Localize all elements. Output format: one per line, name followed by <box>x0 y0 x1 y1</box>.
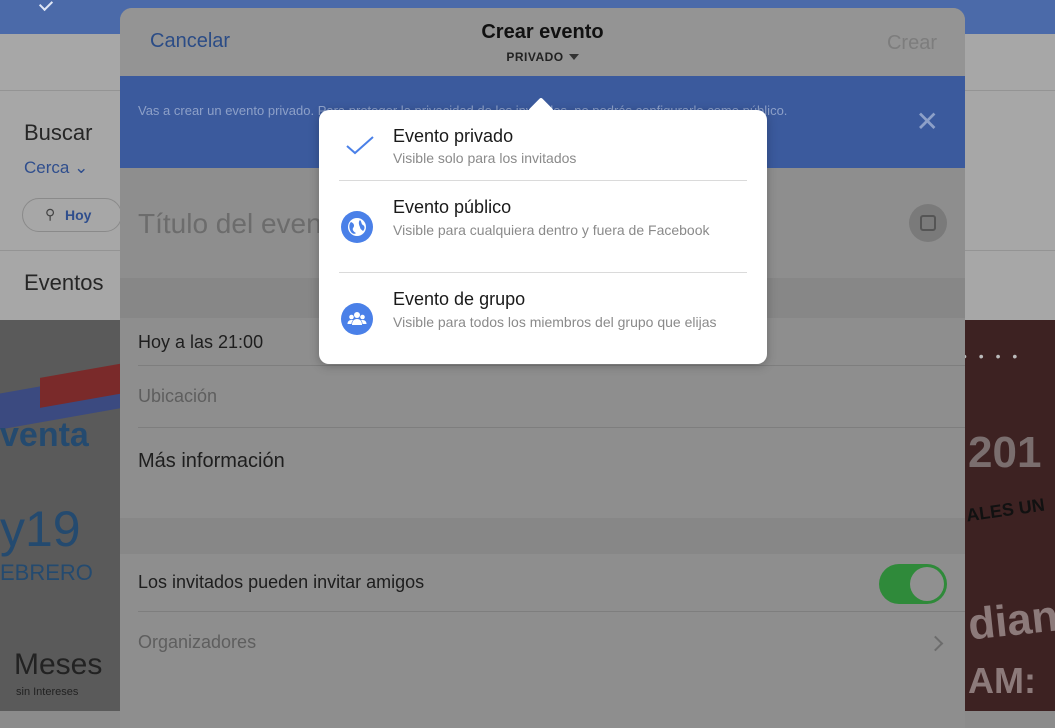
today-chip: ⚲ Hoy <box>22 198 122 232</box>
more-info-label: Más información <box>138 450 285 472</box>
group-icon <box>341 303 373 335</box>
option-description: Visible para todos los miembros del grup… <box>393 314 717 330</box>
caret-down-icon <box>568 54 579 60</box>
search-heading: Buscar <box>24 120 93 145</box>
poster-text: EBRERO <box>0 560 93 585</box>
option-group-event[interactable]: Evento de grupo Visible para todos los m… <box>319 273 767 364</box>
privacy-selector-label: PRIVADO <box>506 50 564 64</box>
section-gap <box>120 518 965 554</box>
photo-icon <box>920 215 936 231</box>
add-photo-button[interactable] <box>909 204 947 242</box>
events-heading: Eventos <box>24 270 104 295</box>
option-title: Evento público <box>393 197 512 217</box>
poster-text: 201 <box>968 428 1042 477</box>
option-public-event[interactable]: Evento público Visible para cualquiera d… <box>319 181 767 273</box>
poster-text: ALES UN <box>964 494 1046 526</box>
option-private-event[interactable]: Evento privado Visible solo para los inv… <box>319 110 767 181</box>
guests-invite-row: Los invitados pueden invitar amigos <box>120 554 965 612</box>
option-description: Visible solo para los invitados <box>393 150 577 166</box>
search-icon: ⚲ <box>45 206 56 222</box>
organizers-label: Organizadores <box>138 632 257 652</box>
create-button[interactable]: Crear <box>887 32 937 55</box>
poster-text: venta <box>0 416 89 454</box>
nav-bar: Cancelar Crear evento PRIVADO Crear <box>120 8 965 76</box>
more-info-row[interactable]: Más información <box>120 428 965 518</box>
guests-invite-label: Los invitados pueden invitar amigos <box>138 572 425 592</box>
event-poster-right: • • • • 201 ALES UN dian AM: <box>962 320 1055 711</box>
event-poster-left: venta y19 EBRERO Meses sin Intereses <box>0 320 123 711</box>
today-chip-label: Hoy <box>65 207 92 223</box>
location-row[interactable]: Ubicación <box>120 366 965 428</box>
option-title: Evento privado <box>393 126 514 146</box>
poster-text: y19 <box>0 501 81 557</box>
close-icon[interactable]: ✕ <box>916 108 939 136</box>
chevron-right-icon <box>927 635 944 652</box>
nearby-filter: Cerca ⌄ <box>24 158 89 177</box>
poster-text: Meses <box>14 648 103 681</box>
poster-text: dian <box>965 591 1055 650</box>
privacy-selector[interactable]: PRIVADO <box>120 50 965 64</box>
poster-text: AM: <box>968 660 1036 701</box>
organizers-row[interactable]: Organizadores <box>120 612 965 676</box>
option-title: Evento de grupo <box>393 289 526 309</box>
location-field: Ubicación <box>138 386 218 406</box>
page-title: Crear evento <box>481 21 604 43</box>
nearby-filter-label: Cerca <box>24 158 70 177</box>
checkmark-icon <box>346 136 374 155</box>
back-chevron-icon <box>38 0 54 12</box>
privacy-popover: Evento privado Visible solo para los inv… <box>319 97 767 364</box>
guests-invite-toggle[interactable] <box>879 564 947 604</box>
carousel-dots: • • • • <box>962 348 1022 364</box>
toggle-knob <box>910 567 944 601</box>
option-description: Visible para cualquiera dentro y fuera d… <box>393 222 710 238</box>
globe-icon <box>341 211 373 243</box>
datetime-value: Hoy a las 21:00 <box>138 332 264 352</box>
poster-text: sin Intereses <box>16 686 79 698</box>
event-title-input[interactable]: Título del evento <box>138 208 345 240</box>
